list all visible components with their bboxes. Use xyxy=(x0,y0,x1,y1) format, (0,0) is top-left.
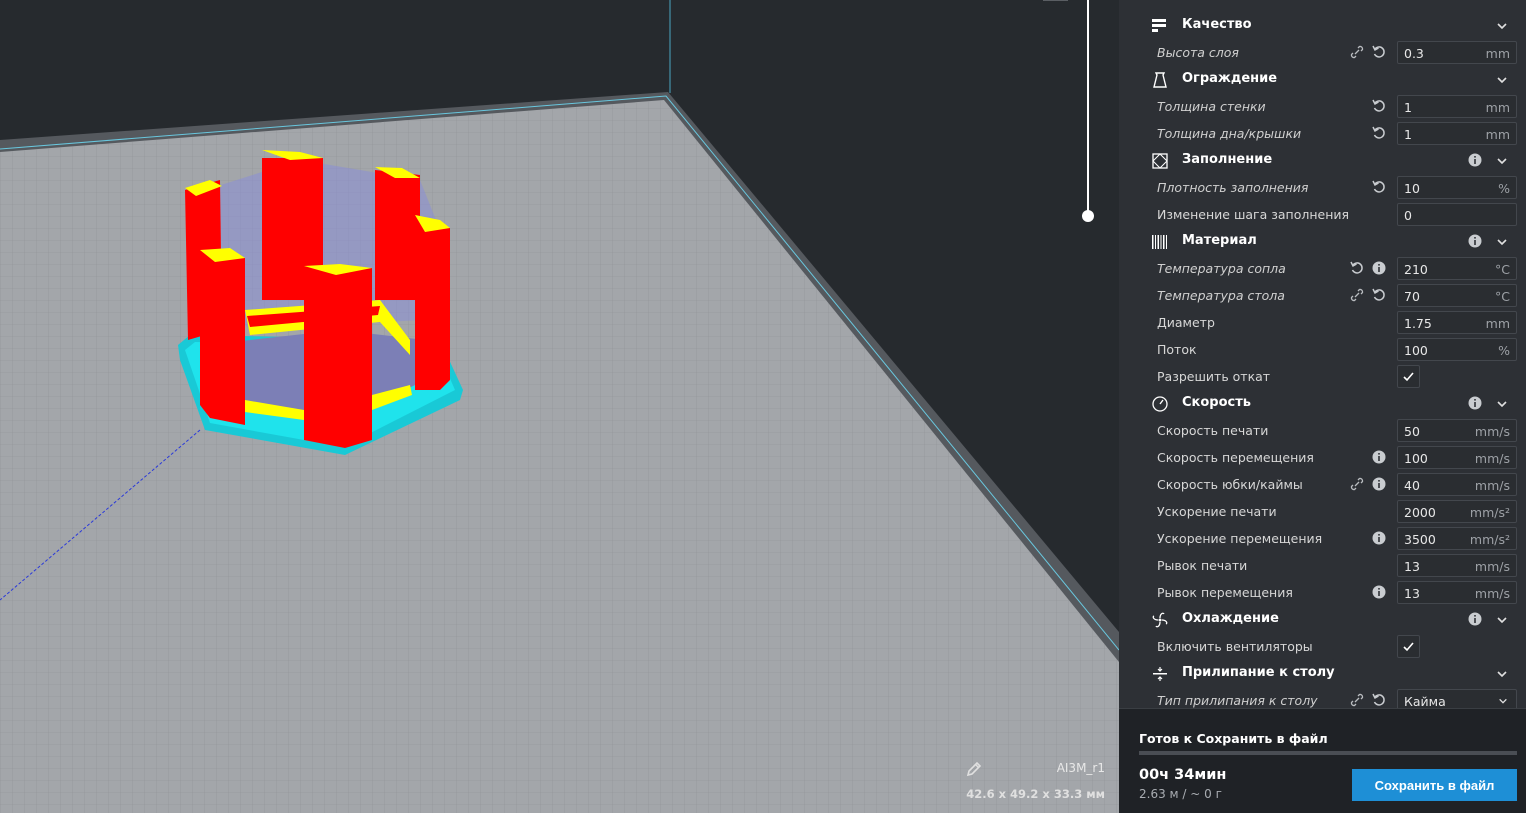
layer-slider-handle[interactable] xyxy=(1082,210,1094,222)
pencil-icon[interactable] xyxy=(966,761,982,777)
link-icon[interactable] xyxy=(1350,693,1364,707)
reset-icon[interactable] xyxy=(1372,99,1386,113)
chevron-down-icon[interactable] xyxy=(1496,74,1508,86)
print-time: 00ч 34мин xyxy=(1139,767,1227,783)
section-cooling[interactable]: Охлаждение xyxy=(1119,606,1526,633)
output-panel: Готов к Сохранить в файл 00ч 34мин 2.63 … xyxy=(1119,708,1526,813)
infill-density-input[interactable]: 10% xyxy=(1397,176,1517,199)
top-bottom-thickness-input[interactable]: 1 mm xyxy=(1397,122,1517,145)
info-icon[interactable] xyxy=(1372,450,1386,464)
flow-input[interactable]: 100% xyxy=(1397,338,1517,361)
setting-nozzle-temp: Температура сопла 210 °C xyxy=(1119,255,1526,282)
setting-top-bottom-thickness: Толщина дна/крышки 1 mm xyxy=(1119,120,1526,147)
chevron-down-icon[interactable] xyxy=(1496,236,1508,248)
layer-slider-track[interactable] xyxy=(1087,0,1089,216)
layer-height-input[interactable]: 0.3 mm xyxy=(1397,41,1517,64)
chevron-down-icon[interactable] xyxy=(1496,155,1508,167)
sliced-model[interactable] xyxy=(178,150,463,455)
info-icon[interactable] xyxy=(1372,261,1386,275)
setting-gradual-infill: Изменение шага заполнения 0 xyxy=(1119,201,1526,228)
print-speed-input[interactable]: 50 mm/s xyxy=(1397,419,1517,442)
print-settings-panel[interactable]: Качество Высота слоя 0.3 mm Ограждение То… xyxy=(1119,0,1526,708)
section-material[interactable]: Материал xyxy=(1119,228,1526,255)
section-quality[interactable]: Качество xyxy=(1119,12,1526,39)
progress-bar xyxy=(1139,751,1517,755)
info-icon[interactable] xyxy=(1468,612,1482,626)
info-icon[interactable] xyxy=(1468,234,1482,248)
bed-temp-input[interactable]: 70 °C xyxy=(1397,284,1517,307)
shell-icon xyxy=(1153,72,1167,88)
setting-layer-height: Высота слоя 0.3 mm xyxy=(1119,39,1526,66)
object-info: AI3M_r1 42.6 x 49.2 x 33.3 мм xyxy=(966,761,1105,801)
wall-thickness-input[interactable]: 1 mm xyxy=(1397,95,1517,118)
info-icon[interactable] xyxy=(1372,477,1386,491)
object-name: AI3M_r1 xyxy=(1056,761,1105,775)
adhesion-type-select[interactable]: Кайма xyxy=(1397,689,1517,708)
adhesion-icon xyxy=(1153,667,1167,681)
quality-icon xyxy=(1152,19,1166,32)
setting-bed-temp: Температура стола 70 °C xyxy=(1119,282,1526,309)
skirt-speed-input[interactable]: 40 mm/s xyxy=(1397,473,1517,496)
link-icon[interactable] xyxy=(1350,45,1364,59)
reset-icon[interactable] xyxy=(1350,261,1364,275)
reset-icon[interactable] xyxy=(1372,126,1386,140)
section-infill[interactable]: Заполнение xyxy=(1119,147,1526,174)
chevron-down-icon[interactable] xyxy=(1496,20,1508,32)
travel-speed-input[interactable]: 100 mm/s xyxy=(1397,446,1517,469)
setting-print-jerk: Рывок печати 13 mm/s xyxy=(1119,552,1526,579)
setting-flow: Поток 100% xyxy=(1119,336,1526,363)
section-shell[interactable]: Ограждение xyxy=(1119,66,1526,93)
chevron-down-icon[interactable] xyxy=(1496,614,1508,626)
print-accel-input[interactable]: 2000 mm/s² xyxy=(1397,500,1517,523)
diameter-input[interactable]: 1.75 mm xyxy=(1397,311,1517,334)
checkmark-icon xyxy=(1403,642,1414,652)
info-icon[interactable] xyxy=(1372,531,1386,545)
chevron-down-icon[interactable] xyxy=(1496,398,1508,410)
3d-viewport[interactable]: AI3M_r1 42.6 x 49.2 x 33.3 мм xyxy=(0,0,1119,813)
section-adhesion[interactable]: Прилипание к столу xyxy=(1119,660,1526,687)
retraction-checkbox[interactable] xyxy=(1397,365,1420,388)
setting-travel-speed: Скорость перемещения 100 mm/s xyxy=(1119,444,1526,471)
reset-icon[interactable] xyxy=(1372,45,1386,59)
setting-skirt-speed: Скорость юбки/каймы 40 mm/s xyxy=(1119,471,1526,498)
fans-checkbox[interactable] xyxy=(1397,635,1420,658)
setting-travel-accel: Ускорение перемещения 3500 mm/s² xyxy=(1119,525,1526,552)
travel-jerk-input[interactable]: 13 mm/s xyxy=(1397,581,1517,604)
build-plate-scene[interactable] xyxy=(0,0,1119,813)
reset-icon[interactable] xyxy=(1372,180,1386,194)
object-dimensions: 42.6 x 49.2 x 33.3 мм xyxy=(966,787,1105,801)
setting-adhesion-type: Тип прилипания к столу Кайма xyxy=(1119,687,1526,708)
infill-icon xyxy=(1152,153,1168,169)
material-icon xyxy=(1152,235,1167,249)
chevron-down-icon xyxy=(1499,698,1507,704)
setting-print-speed: Скорость печати 50 mm/s xyxy=(1119,417,1526,444)
info-icon[interactable] xyxy=(1372,585,1386,599)
setting-diameter: Диаметр 1.75 mm xyxy=(1119,309,1526,336)
setting-print-accel: Ускорение печати 2000 mm/s² xyxy=(1119,498,1526,525)
travel-accel-input[interactable]: 3500 mm/s² xyxy=(1397,527,1517,550)
setting-travel-jerk: Рывок перемещения 13 mm/s xyxy=(1119,579,1526,606)
reset-icon[interactable] xyxy=(1372,288,1386,302)
cooling-icon xyxy=(1152,612,1168,628)
slice-status: Готов к Сохранить в файл xyxy=(1139,731,1328,746)
checkmark-icon xyxy=(1403,372,1414,382)
setting-retraction: Разрешить откат xyxy=(1119,363,1526,390)
save-to-file-button[interactable]: Сохранить в файл xyxy=(1352,769,1517,801)
setting-infill-density: Плотность заполнения 10% xyxy=(1119,174,1526,201)
speed-icon xyxy=(1152,396,1168,412)
material-estimate: 2.63 м / ~ 0 г xyxy=(1139,787,1222,801)
print-jerk-input[interactable]: 13 mm/s xyxy=(1397,554,1517,577)
chevron-down-icon[interactable] xyxy=(1496,668,1508,680)
reset-icon[interactable] xyxy=(1372,693,1386,707)
info-icon[interactable] xyxy=(1468,396,1482,410)
section-title: Качество xyxy=(1182,17,1252,32)
setting-fans: Включить вентиляторы xyxy=(1119,633,1526,660)
nozzle-temp-input[interactable]: 210 °C xyxy=(1397,257,1517,280)
link-icon[interactable] xyxy=(1350,477,1364,491)
link-icon[interactable] xyxy=(1350,288,1364,302)
gradual-infill-input[interactable]: 0 xyxy=(1397,203,1517,226)
info-icon[interactable] xyxy=(1468,153,1482,167)
setting-wall-thickness: Толщина стенки 1 mm xyxy=(1119,93,1526,120)
section-speed[interactable]: Скорость xyxy=(1119,390,1526,417)
